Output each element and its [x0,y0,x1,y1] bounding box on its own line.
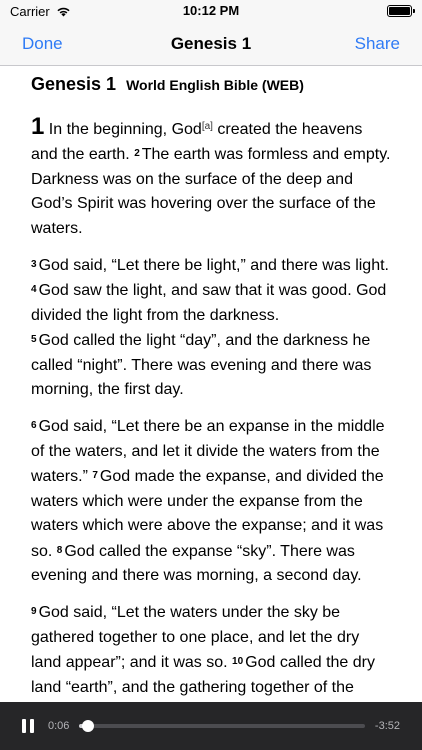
verse-text: In the beginning, God [44,121,202,138]
status-bar: Carrier 10:12 PM [0,0,422,22]
chapter-content[interactable]: Genesis 1 World English Bible (WEB) 1 In… [0,66,422,702]
paragraph: 9 God said, “Let the waters under the sky… [31,600,391,700]
battery-icon [387,5,415,17]
navigation-bar: Done Genesis 1 Share [0,22,422,66]
paragraph: 3 God said, “Let there be light,” and the… [31,253,391,402]
footnote-marker[interactable]: [a] [202,121,213,132]
verse-number: 4 [31,284,37,296]
carrier-label: Carrier [10,3,50,19]
audio-player: 0:06 -3:52 [0,702,422,750]
slider-knob[interactable] [81,720,94,732]
paragraph: 6 God said, “Let there be an expanse in t… [31,414,391,588]
verse-text: God said, “Let there be light,” and ther… [38,257,389,275]
elapsed-time: 0:06 [48,720,70,732]
share-button[interactable]: Share [355,34,400,54]
remaining-time: -3:52 [374,720,400,732]
translation-name: World English Bible (WEB) [126,77,304,93]
chapter-title: Genesis 1 [31,74,117,94]
verse-number: 9 [31,606,37,618]
paragraph: 1 In the beginning, God[a] created the h… [31,115,391,241]
verse-number: 3 [31,259,37,271]
verse-number: 7 [92,470,98,482]
verse-text: God saw the light, and saw that it was g… [31,282,387,324]
wifi-icon [57,7,70,16]
status-left: Carrier [10,4,71,19]
chapter-header: Genesis 1 World English Bible (WEB) [31,74,391,95]
done-button[interactable]: Done [22,34,63,54]
progress-slider[interactable] [79,720,365,732]
battery-level [389,7,410,15]
verse-text: God called the light “day”, and the dark… [31,332,372,399]
pause-icon[interactable] [22,719,34,733]
verse-number: 10 [232,656,244,668]
verse-number: 8 [56,544,63,556]
chapter-number: 1 [31,113,45,140]
verse-number: 6 [31,420,37,432]
verse-number: 5 [31,334,37,346]
verse-text: God called the expanse “sky”. There was … [31,542,362,584]
verse-number: 2 [134,148,140,160]
